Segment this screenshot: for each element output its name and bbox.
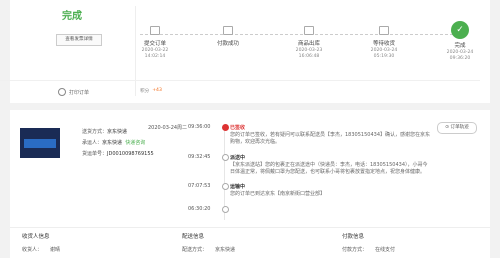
log-desc: 您的订单已签收，若有疑问可以联系配送员【李杰，18305150434】确认，感谢…: [230, 132, 430, 145]
log-time: 09:36:00: [188, 124, 211, 130]
shipping-method-value: 京东快递: [107, 129, 128, 135]
tracking-row: 货运单号：JD0010098769155: [82, 150, 154, 157]
check-icon: ✓: [451, 21, 469, 39]
points-info: 积分 +43: [140, 88, 162, 94]
payment-info: 付款信息 付款方式： 在线支付: [342, 232, 395, 253]
delivery-method-value: 京东快递: [215, 247, 236, 253]
step-time: 09:36:20: [449, 56, 471, 61]
step-label: 等待收货: [372, 41, 395, 47]
log-time: 07:07:53: [188, 183, 211, 189]
log-desc: 【京东派送站】您的包裹正在派送途中（快递员：李杰，电话：18305150434）…: [230, 162, 428, 175]
print-label: 打印订单: [69, 89, 90, 96]
print-order-link[interactable]: 打印订单: [58, 88, 89, 96]
timeline-dot: [222, 124, 229, 131]
log-title: 派送中: [230, 155, 246, 161]
order-info-panel: [10, 227, 490, 258]
progress-step-paid: 付款成功: [198, 23, 258, 48]
print-icon: [58, 88, 66, 96]
log-time: 06:30:20: [188, 206, 211, 212]
location-pin-icon: ⊙: [445, 125, 449, 130]
timeline-dot: [222, 154, 229, 161]
tracking-label: 货运单号：: [82, 151, 108, 157]
progress-step-delivering: 等待收货 2020-03-24 05:19:30: [354, 23, 414, 60]
receiver-info-header: 收货人信息: [22, 234, 50, 240]
delivery-info-header: 配送信息: [182, 234, 205, 240]
progress-step-complete: ✓ 完成 2020-03-24 09:36:20: [430, 21, 490, 62]
payment-info-header: 付款信息: [342, 234, 365, 240]
step-label: 提交订单: [143, 41, 166, 47]
points-label: 积分: [140, 89, 150, 94]
step-time: 16:06:48: [298, 54, 320, 59]
product-thumbnail[interactable]: [20, 128, 60, 158]
shipping-method-row: 送货方式：京东快递: [82, 128, 127, 135]
log-time: 09:32:45: [188, 154, 211, 160]
carrier-value: 京东快递: [102, 140, 123, 146]
warehouse-icon: [302, 23, 316, 37]
delivery-method-label: 配送方式：: [182, 247, 208, 253]
receiver-info: 收货人信息 收货人： 谢晴: [22, 232, 60, 253]
order-track-button[interactable]: ⊙ 订单轨迹: [437, 122, 477, 134]
log-desc: 您的订单已到达京东【南京新街口营业部】: [230, 191, 326, 197]
summary-hline: [0, 80, 480, 81]
step-time: 14:02:14: [144, 54, 166, 59]
receiver-label: 收货人：: [22, 247, 43, 253]
shipping-method-label: 送货方式：: [82, 129, 108, 135]
payment-method-label: 付款方式：: [342, 247, 368, 253]
timeline-dot: [222, 206, 229, 213]
order-track-label: 订单轨迹: [450, 125, 469, 130]
log-date: 2020-03-24周二: [148, 125, 188, 131]
order-status: 完成: [62, 11, 82, 22]
carrier-row: 承运人：京东快递 快递咨询: [82, 139, 145, 146]
timeline-dot: [222, 183, 229, 190]
step-label: 完成: [454, 43, 466, 49]
step-label: 商品出库: [297, 41, 320, 47]
tracking-value: JD0010098769155: [107, 151, 154, 157]
carrier-label: 承运人：: [82, 140, 103, 146]
log-title: 已签收: [230, 125, 246, 131]
log-title: 运输中: [230, 184, 246, 190]
progress-step-shipped: 商品出库 2020-03-23 16:06:48: [279, 23, 339, 60]
payment-icon: [221, 23, 235, 37]
delivery-truck-icon: [377, 23, 391, 37]
delivery-info: 配送信息 配送方式： 京东快递: [182, 232, 235, 253]
order-submit-icon: [148, 23, 162, 37]
progress-step-submit: 提交订单 2020-03-22 14:02:14: [125, 23, 185, 60]
step-label: 付款成功: [216, 41, 239, 47]
step-time: 05:19:30: [373, 54, 395, 59]
product-image-graphic: [24, 139, 56, 148]
payment-method-value: 在线支付: [375, 247, 396, 253]
view-invoice-button[interactable]: 查看发票详情: [56, 34, 102, 46]
receiver-value: 谢晴: [50, 247, 61, 253]
points-value: +43: [152, 88, 162, 93]
carrier-inquiry-link[interactable]: 快递咨询: [125, 140, 145, 146]
